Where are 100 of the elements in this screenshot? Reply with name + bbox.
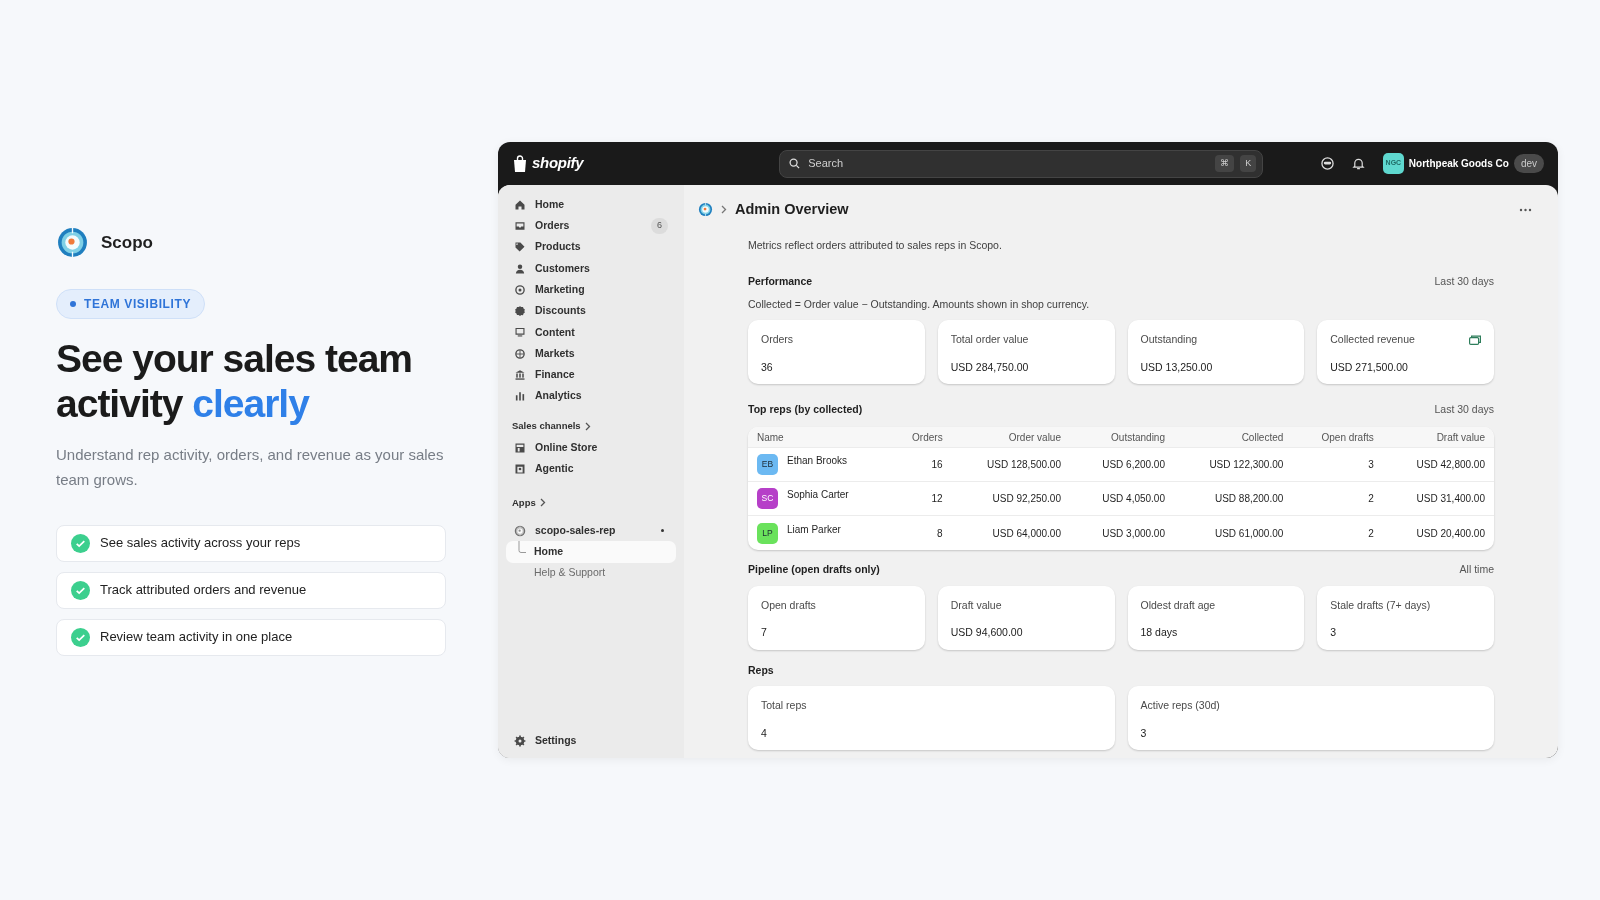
period-label: Last 30 days xyxy=(1434,273,1494,289)
nav-item[interactable]: Help & Support xyxy=(506,562,676,584)
app-logo-icon xyxy=(698,202,713,218)
metric-label: Open drafts xyxy=(761,597,816,613)
metric-label: Active reps (30d) xyxy=(1140,698,1220,714)
nav-item[interactable]: Products xyxy=(506,236,676,258)
metric-value: USD 94,600.00 xyxy=(950,625,1024,641)
store-icon xyxy=(514,441,526,454)
metric-label: Total order value xyxy=(950,332,1029,347)
monitor-icon xyxy=(514,326,526,339)
person-icon xyxy=(514,262,526,275)
cash-icon xyxy=(1469,334,1481,345)
section-title: Pipeline (open drafts only) xyxy=(748,561,880,577)
rep-name: Liam Parker xyxy=(787,523,841,535)
metric-value: USD 271,500.00 xyxy=(1330,359,1409,375)
table-cell: 12 xyxy=(889,481,952,516)
chevron-icon xyxy=(721,205,727,215)
gear-icon xyxy=(514,735,526,748)
nav-item[interactable]: Customers xyxy=(506,257,676,280)
section-title: Performance xyxy=(748,273,813,289)
table-cell: USD 6,200.00 xyxy=(1070,447,1174,482)
nav-item[interactable]: Analytics xyxy=(506,385,676,407)
nav-item[interactable]: Content xyxy=(506,321,676,344)
rep-avatar: LP xyxy=(757,522,778,544)
metric-value: 18 days xyxy=(1140,625,1179,641)
more-icon xyxy=(1519,207,1532,212)
period-label: Last 30 days xyxy=(1434,402,1494,417)
table-cell: USD 42,800.00 xyxy=(1382,447,1494,482)
rep-name: Ethan Brooks xyxy=(787,455,848,467)
nav-item[interactable]: Agentic xyxy=(506,458,676,480)
more-actions-button[interactable] xyxy=(1519,207,1532,212)
table-cell: 3 xyxy=(1292,447,1383,482)
metric-value: 4 xyxy=(761,726,768,741)
nav-item[interactable]: Markets xyxy=(506,343,676,365)
table-cell: USD 128,500.00 xyxy=(951,447,1070,482)
shortcut-key: ⌘ xyxy=(1215,154,1235,173)
table-cell: USD 61,000.00 xyxy=(1174,515,1293,550)
search-input[interactable]: Search xyxy=(806,154,1210,173)
subtitle: Understand rep activity, orders, and revenue as your sales team grows. xyxy=(56,445,445,490)
nav-item[interactable]: Home xyxy=(506,541,676,563)
column-header: Draft value xyxy=(1382,426,1494,448)
metric-value: 7 xyxy=(761,625,768,641)
metric-label: Total reps xyxy=(761,698,807,714)
nav-item[interactable]: Online Store xyxy=(506,437,676,459)
robot-icon xyxy=(1320,157,1334,170)
nav-item[interactable]: Orders 6 xyxy=(506,215,676,237)
bell-icon xyxy=(1351,157,1365,170)
assistant-button[interactable] xyxy=(1320,157,1334,170)
target-icon xyxy=(514,283,526,296)
metric-label: Outstanding xyxy=(1140,332,1198,347)
store-name: Northpeak Goods Co xyxy=(1408,157,1509,171)
rep-avatar: SC xyxy=(757,488,778,510)
pin-dot-icon xyxy=(661,529,664,533)
chevron-icon xyxy=(584,421,591,431)
notifications-button[interactable] xyxy=(1351,157,1365,170)
metric-value: USD 284,750.00 xyxy=(950,359,1030,375)
search-field[interactable]: Search ⌘ K xyxy=(779,149,1264,178)
section-title: Reps xyxy=(748,662,774,678)
table-cell: USD 92,250.00 xyxy=(951,481,1070,516)
metric-label: Stale drafts (7+ days) xyxy=(1330,597,1431,613)
nav-item[interactable]: Marketing xyxy=(506,279,676,301)
table-cell: USD 31,400.00 xyxy=(1382,481,1494,516)
table-cell: USD 4,050.00 xyxy=(1070,481,1174,516)
period-label: All time xyxy=(1459,561,1494,577)
metric-label: Oldest draft age xyxy=(1140,597,1216,613)
bank-icon xyxy=(514,369,526,381)
rep-avatar: EB xyxy=(757,454,778,476)
column-header: Order value xyxy=(951,426,1070,448)
globe-icon xyxy=(514,347,526,360)
nav-item[interactable]: Finance xyxy=(506,364,676,386)
nav-item[interactable]: Discounts xyxy=(506,300,676,322)
search-icon xyxy=(789,158,801,169)
badge-icon xyxy=(514,305,526,318)
metric-value: 36 xyxy=(761,359,774,375)
table-cell: 16 xyxy=(889,447,952,482)
shopping-bag-icon xyxy=(512,154,528,173)
nav-item[interactable]: Home xyxy=(506,194,676,216)
metric-label: Draft value xyxy=(950,597,1002,613)
table-cell: USD 3,000.00 xyxy=(1070,515,1174,550)
metric-label: Orders xyxy=(761,332,794,347)
settings-link[interactable]: Settings xyxy=(506,730,676,752)
category-badge: TEAM VISIBILITY xyxy=(56,289,205,320)
table-cell: 8 xyxy=(889,515,952,550)
chevron-icon xyxy=(539,498,546,508)
tag-icon xyxy=(514,241,526,254)
bar-chart-icon xyxy=(514,390,526,403)
environment-badge: dev xyxy=(1513,154,1544,173)
section-heading: Sales channels xyxy=(512,418,581,433)
store-icon xyxy=(514,463,526,476)
table-cell: 2 xyxy=(1292,515,1383,550)
metric-value: USD 13,250.00 xyxy=(1140,359,1214,375)
tree-connector-icon xyxy=(518,541,527,555)
table-cell: USD 64,000.00 xyxy=(951,515,1070,550)
metric-label: Collected revenue xyxy=(1330,332,1415,347)
feature-label: Track attributed orders and revenue xyxy=(100,581,307,600)
inbox-icon xyxy=(514,219,526,232)
feature-label: Review team activity in one place xyxy=(100,628,293,647)
section-title: Top reps (by collected) xyxy=(748,402,863,417)
app-nav-item[interactable]: scopo-sales-rep xyxy=(506,520,676,542)
column-header: Open drafts xyxy=(1292,426,1383,448)
